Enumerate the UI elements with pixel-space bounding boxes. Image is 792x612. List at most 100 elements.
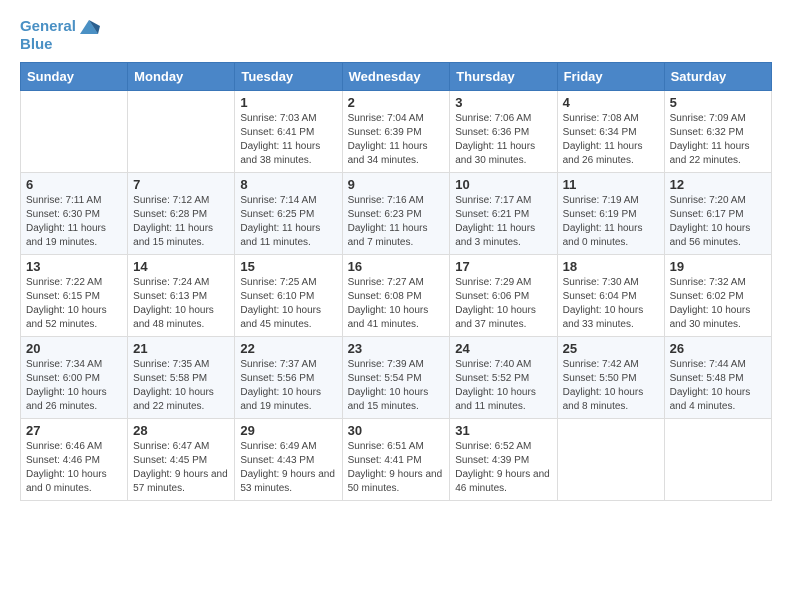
day-number: 3 [455, 95, 551, 110]
calendar-cell: 15Sunrise: 7:25 AM Sunset: 6:10 PM Dayli… [235, 255, 342, 337]
day-info: Sunrise: 7:37 AM Sunset: 5:56 PM Dayligh… [240, 358, 336, 414]
calendar-cell: 26 Sunrise: 7:44 AM Sunset: 5:48 PM Dayli… [664, 337, 771, 419]
calendar-cell: 13Sunrise: 7:22 AM Sunset: 6:15 PM Dayli… [21, 255, 128, 337]
calendar-week-row: 1 Sunrise: 7:03 AM Sunset: 6:41 PM Daylig… [21, 91, 772, 173]
day-info: Sunrise: 7:22 AM Sunset: 6:15 PM Dayligh… [26, 276, 122, 332]
day-number: 23 [348, 341, 445, 356]
day-info: Sunrise: 7:04 AM Sunset: 6:39 PM Dayligh… [348, 112, 445, 168]
day-number: 15 [240, 259, 336, 274]
calendar-cell: 22 Sunrise: 7:37 AM Sunset: 5:56 PM Dayli… [235, 337, 342, 419]
calendar-cell: 11 Sunrise: 7:19 AM Sunset: 6:19 PM Dayli… [557, 173, 664, 255]
day-number: 25 [563, 341, 659, 356]
calendar-week-row: 13Sunrise: 7:22 AM Sunset: 6:15 PM Dayli… [21, 255, 772, 337]
day-info: Sunrise: 6:47 AM Sunset: 4:45 PM Dayligh… [133, 440, 229, 496]
day-number: 1 [240, 95, 336, 110]
logo-icon [78, 16, 100, 38]
calendar-week-row: 27 Sunrise: 6:46 AM Sunset: 4:46 PM Dayli… [21, 419, 772, 501]
day-info: Sunrise: 7:30 AM Sunset: 6:04 PM Dayligh… [563, 276, 659, 332]
day-number: 6 [26, 177, 122, 192]
calendar-week-row: 20 Sunrise: 7:34 AM Sunset: 6:00 PM Dayli… [21, 337, 772, 419]
day-number: 7 [133, 177, 229, 192]
calendar-week-row: 6 Sunrise: 7:11 AM Sunset: 6:30 PM Daylig… [21, 173, 772, 255]
day-info: Sunrise: 7:34 AM Sunset: 6:00 PM Dayligh… [26, 358, 122, 414]
calendar-cell: 8Sunrise: 7:14 AM Sunset: 6:25 PM Daylig… [235, 173, 342, 255]
day-info: Sunrise: 7:11 AM Sunset: 6:30 PM Dayligh… [26, 194, 122, 250]
calendar-cell: 25 Sunrise: 7:42 AM Sunset: 5:50 PM Dayli… [557, 337, 664, 419]
calendar-cell: 14Sunrise: 7:24 AM Sunset: 6:13 PM Dayli… [128, 255, 235, 337]
day-info: Sunrise: 7:08 AM Sunset: 6:34 PM Dayligh… [563, 112, 659, 168]
calendar-cell: 7 Sunrise: 7:12 AM Sunset: 6:28 PM Daylig… [128, 173, 235, 255]
day-info: Sunrise: 7:39 AM Sunset: 5:54 PM Dayligh… [348, 358, 445, 414]
day-info: Sunrise: 7:19 AM Sunset: 6:19 PM Dayligh… [563, 194, 659, 250]
calendar-cell [557, 419, 664, 501]
calendar-cell: 18 Sunrise: 7:30 AM Sunset: 6:04 PM Dayli… [557, 255, 664, 337]
calendar-table: SundayMondayTuesdayWednesdayThursdayFrid… [20, 62, 772, 501]
calendar-cell: 9Sunrise: 7:16 AM Sunset: 6:23 PM Daylig… [342, 173, 450, 255]
day-info: Sunrise: 7:44 AM Sunset: 5:48 PM Dayligh… [670, 358, 766, 414]
day-number: 5 [670, 95, 766, 110]
calendar-cell [21, 91, 128, 173]
day-info: Sunrise: 7:20 AM Sunset: 6:17 PM Dayligh… [670, 194, 766, 250]
day-number: 28 [133, 423, 229, 438]
calendar-cell: 2 Sunrise: 7:04 AM Sunset: 6:39 PM Daylig… [342, 91, 450, 173]
day-info: Sunrise: 7:40 AM Sunset: 5:52 PM Dayligh… [455, 358, 551, 414]
header-thursday: Thursday [450, 63, 557, 91]
calendar-cell: 17Sunrise: 7:29 AM Sunset: 6:06 PM Dayli… [450, 255, 557, 337]
calendar-cell: 3 Sunrise: 7:06 AM Sunset: 6:36 PM Daylig… [450, 91, 557, 173]
day-info: Sunrise: 6:51 AM Sunset: 4:41 PM Dayligh… [348, 440, 445, 496]
calendar-cell: 4 Sunrise: 7:08 AM Sunset: 6:34 PM Daylig… [557, 91, 664, 173]
day-info: Sunrise: 7:42 AM Sunset: 5:50 PM Dayligh… [563, 358, 659, 414]
day-info: Sunrise: 7:32 AM Sunset: 6:02 PM Dayligh… [670, 276, 766, 332]
day-info: Sunrise: 6:52 AM Sunset: 4:39 PM Dayligh… [455, 440, 551, 496]
day-number: 2 [348, 95, 445, 110]
calendar-cell: 5 Sunrise: 7:09 AM Sunset: 6:32 PM Daylig… [664, 91, 771, 173]
calendar-cell [664, 419, 771, 501]
calendar-cell: 23 Sunrise: 7:39 AM Sunset: 5:54 PM Dayli… [342, 337, 450, 419]
day-info: Sunrise: 7:27 AM Sunset: 6:08 PM Dayligh… [348, 276, 445, 332]
header-tuesday: Tuesday [235, 63, 342, 91]
day-number: 27 [26, 423, 122, 438]
logo: General Blue [20, 16, 100, 54]
calendar-cell: 31 Sunrise: 6:52 AM Sunset: 4:39 PM Dayli… [450, 419, 557, 501]
day-info: Sunrise: 7:03 AM Sunset: 6:41 PM Dayligh… [240, 112, 336, 168]
day-number: 20 [26, 341, 122, 356]
day-number: 10 [455, 177, 551, 192]
calendar-header-row: SundayMondayTuesdayWednesdayThursdayFrid… [21, 63, 772, 91]
day-info: Sunrise: 7:12 AM Sunset: 6:28 PM Dayligh… [133, 194, 229, 250]
calendar-cell: 24 Sunrise: 7:40 AM Sunset: 5:52 PM Dayli… [450, 337, 557, 419]
calendar-cell: 20 Sunrise: 7:34 AM Sunset: 6:00 PM Dayli… [21, 337, 128, 419]
day-number: 24 [455, 341, 551, 356]
day-info: Sunrise: 7:06 AM Sunset: 6:36 PM Dayligh… [455, 112, 551, 168]
day-number: 30 [348, 423, 445, 438]
calendar-cell: 28 Sunrise: 6:47 AM Sunset: 4:45 PM Dayli… [128, 419, 235, 501]
day-info: Sunrise: 7:17 AM Sunset: 6:21 PM Dayligh… [455, 194, 551, 250]
day-number: 11 [563, 177, 659, 192]
header-sunday: Sunday [21, 63, 128, 91]
logo-text-blue: Blue [20, 36, 53, 54]
day-number: 4 [563, 95, 659, 110]
logo-text-general: General [20, 18, 76, 36]
header-monday: Monday [128, 63, 235, 91]
day-number: 16 [348, 259, 445, 274]
day-number: 31 [455, 423, 551, 438]
calendar-cell: 16 Sunrise: 7:27 AM Sunset: 6:08 PM Dayli… [342, 255, 450, 337]
day-number: 18 [563, 259, 659, 274]
day-number: 22 [240, 341, 336, 356]
header-friday: Friday [557, 63, 664, 91]
day-info: Sunrise: 6:46 AM Sunset: 4:46 PM Dayligh… [26, 440, 122, 496]
day-number: 29 [240, 423, 336, 438]
calendar-cell: 21Sunrise: 7:35 AM Sunset: 5:58 PM Dayli… [128, 337, 235, 419]
calendar-cell: 12Sunrise: 7:20 AM Sunset: 6:17 PM Dayli… [664, 173, 771, 255]
calendar-cell: 19Sunrise: 7:32 AM Sunset: 6:02 PM Dayli… [664, 255, 771, 337]
day-number: 26 [670, 341, 766, 356]
day-info: Sunrise: 7:35 AM Sunset: 5:58 PM Dayligh… [133, 358, 229, 414]
header-wednesday: Wednesday [342, 63, 450, 91]
day-info: Sunrise: 7:24 AM Sunset: 6:13 PM Dayligh… [133, 276, 229, 332]
day-info: Sunrise: 7:16 AM Sunset: 6:23 PM Dayligh… [348, 194, 445, 250]
calendar-cell: 27 Sunrise: 6:46 AM Sunset: 4:46 PM Dayli… [21, 419, 128, 501]
day-info: Sunrise: 7:09 AM Sunset: 6:32 PM Dayligh… [670, 112, 766, 168]
page-header: General Blue [20, 16, 772, 54]
calendar-cell: 29Sunrise: 6:49 AM Sunset: 4:43 PM Dayli… [235, 419, 342, 501]
day-number: 17 [455, 259, 551, 274]
calendar-cell: 10 Sunrise: 7:17 AM Sunset: 6:21 PM Dayli… [450, 173, 557, 255]
